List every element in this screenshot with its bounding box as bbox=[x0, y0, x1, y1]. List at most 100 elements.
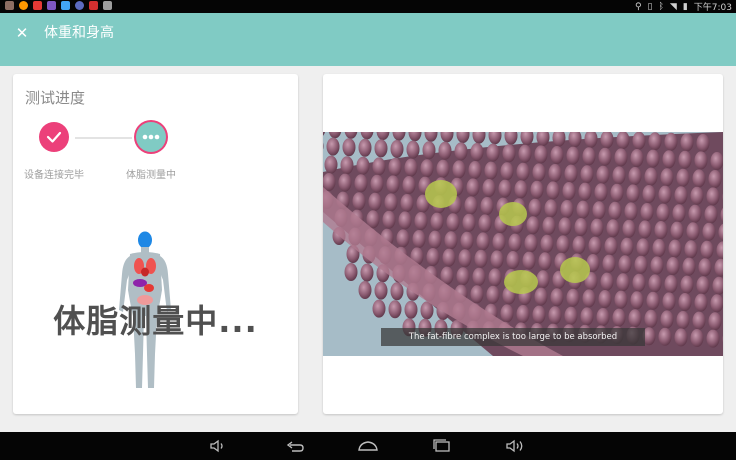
villus-texture bbox=[566, 146, 580, 165]
villus-texture bbox=[492, 233, 506, 251]
villus-texture bbox=[578, 182, 592, 201]
villus-texture bbox=[582, 289, 596, 308]
villus-texture bbox=[678, 150, 692, 169]
villus-texture bbox=[698, 258, 712, 277]
villus-texture bbox=[640, 203, 654, 221]
villus-texture bbox=[566, 288, 580, 307]
recents-icon[interactable] bbox=[430, 437, 454, 455]
villus-texture bbox=[562, 182, 576, 200]
villus-texture bbox=[528, 198, 542, 217]
home-icon[interactable] bbox=[356, 437, 380, 455]
villus-texture bbox=[678, 293, 692, 311]
villus-texture bbox=[664, 275, 678, 293]
villus-texture bbox=[356, 156, 370, 175]
villus-texture bbox=[484, 161, 498, 180]
villus-texture bbox=[588, 236, 602, 255]
villus-texture bbox=[536, 270, 550, 289]
villus-texture bbox=[326, 137, 340, 156]
villus-texture bbox=[636, 238, 650, 257]
villus-texture bbox=[620, 237, 634, 256]
villus-texture bbox=[612, 166, 626, 185]
villus-texture bbox=[344, 263, 358, 281]
villus-texture bbox=[706, 329, 720, 348]
villus-texture bbox=[666, 257, 680, 275]
villus-texture bbox=[518, 144, 532, 163]
notification-icon-5 bbox=[61, 1, 70, 10]
page-title: 体重和身高 bbox=[44, 25, 114, 41]
villus-texture bbox=[458, 249, 472, 268]
villus-texture bbox=[630, 291, 644, 310]
villus-texture bbox=[664, 132, 678, 151]
villus-texture bbox=[702, 222, 716, 241]
villus-texture bbox=[574, 218, 588, 236]
villus-texture bbox=[524, 234, 538, 253]
notification-icon-8 bbox=[103, 1, 112, 10]
villus-texture bbox=[428, 230, 442, 249]
volume-up-icon[interactable] bbox=[503, 437, 527, 455]
villus-texture bbox=[612, 308, 626, 327]
villus-texture bbox=[660, 310, 674, 329]
villus-texture bbox=[600, 272, 614, 291]
villus-texture bbox=[470, 285, 484, 304]
villus-texture bbox=[374, 139, 388, 158]
battery-icon: ▮ bbox=[682, 1, 688, 12]
villus-texture bbox=[608, 201, 622, 220]
video-player[interactable]: The fat-fibre complex is too large to be… bbox=[323, 132, 723, 356]
villus-texture bbox=[602, 254, 616, 273]
villus-texture bbox=[516, 305, 530, 323]
villus-texture bbox=[706, 187, 720, 206]
villus-texture bbox=[676, 311, 690, 329]
villus-texture bbox=[522, 251, 536, 270]
villus-texture bbox=[668, 239, 682, 258]
villus-texture bbox=[694, 151, 708, 170]
villus-texture bbox=[526, 216, 540, 235]
bluetooth-icon: ᛒ bbox=[658, 1, 664, 12]
villus-texture bbox=[488, 268, 502, 287]
villus-texture bbox=[390, 282, 404, 301]
close-icon[interactable]: ✕ bbox=[13, 24, 31, 42]
villus-texture bbox=[704, 205, 718, 224]
villus-texture bbox=[606, 219, 620, 238]
villus-texture bbox=[472, 267, 486, 286]
villus-texture bbox=[708, 170, 722, 188]
villus-texture bbox=[323, 173, 336, 191]
villus-texture bbox=[634, 255, 648, 274]
notification-icon-2 bbox=[19, 1, 28, 10]
villus-texture bbox=[532, 163, 546, 182]
villus-texture bbox=[662, 150, 676, 169]
villus-texture bbox=[632, 132, 646, 150]
villus-texture bbox=[614, 290, 628, 309]
villus-texture bbox=[534, 145, 548, 164]
volume-down-icon[interactable] bbox=[206, 437, 230, 455]
villus-texture bbox=[708, 312, 722, 331]
villus-texture bbox=[468, 161, 482, 179]
wifi-icon: ◥ bbox=[669, 1, 677, 12]
villus-texture bbox=[470, 143, 484, 161]
villus-texture bbox=[386, 175, 400, 194]
villus-texture bbox=[646, 149, 660, 168]
status-bar: ⚲ ▯ ᛒ ◥ ▮ 下午7:03 bbox=[0, 0, 736, 13]
villus-texture bbox=[374, 281, 388, 300]
villus-texture bbox=[354, 174, 368, 193]
villus-texture bbox=[648, 132, 662, 151]
villus-texture bbox=[436, 159, 450, 178]
notification-icons bbox=[5, 1, 112, 10]
back-icon[interactable] bbox=[283, 437, 307, 455]
villus-texture bbox=[564, 164, 578, 183]
villus-texture bbox=[498, 179, 512, 198]
villus-texture bbox=[658, 185, 672, 204]
villus-texture bbox=[644, 309, 658, 328]
villus-texture bbox=[442, 248, 456, 267]
villus-texture bbox=[390, 140, 404, 158]
villus-texture bbox=[696, 134, 710, 152]
progress-card: 测试进度 设备连接完毕 体脂测量中 体脂测量中... bbox=[13, 74, 298, 414]
villus-texture bbox=[404, 300, 418, 319]
villus-texture bbox=[454, 142, 468, 161]
villus-texture bbox=[630, 149, 644, 167]
villus-texture bbox=[388, 300, 402, 319]
navigation-bar bbox=[0, 432, 736, 460]
villus-texture bbox=[580, 165, 594, 184]
villus-texture bbox=[656, 203, 670, 222]
villus-texture bbox=[618, 255, 632, 274]
villus-texture bbox=[538, 252, 552, 271]
